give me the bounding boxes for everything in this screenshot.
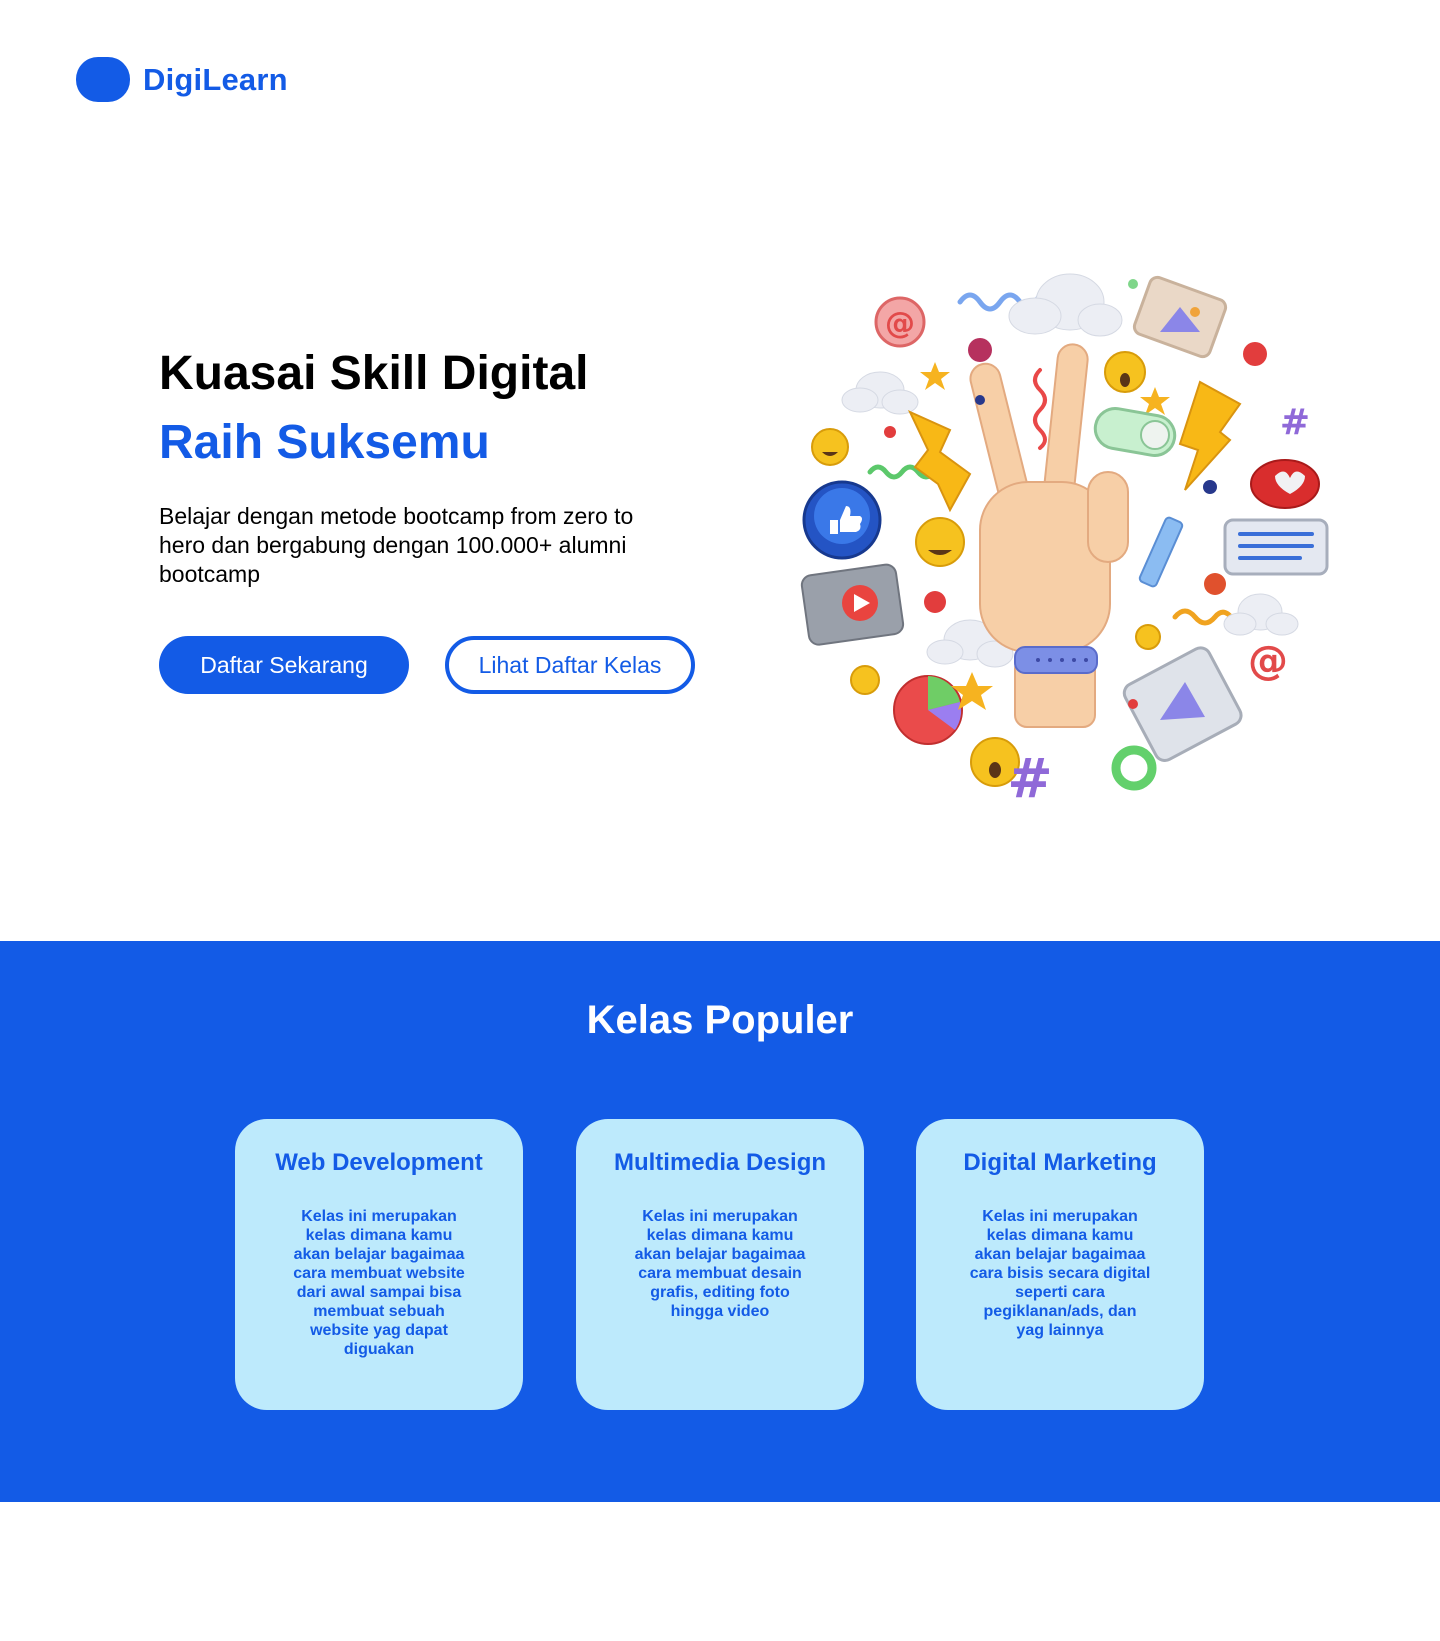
card-description: Kelas ini merupakan kelas dimana kamu ak…	[293, 1208, 465, 1358]
svg-text:@: @	[1248, 638, 1288, 684]
hero-title: Kuasai Skill Digital	[159, 347, 589, 400]
card-description: Kelas ini merupakan kelas dimana kamu ak…	[634, 1208, 806, 1320]
svg-text:#: #	[1007, 747, 1052, 807]
brand-logo[interactable]: DigiLearn	[76, 57, 288, 102]
card-title: Digital Marketing	[963, 1149, 1157, 1176]
class-card-multimedia-design[interactable]: Multimedia Design Kelas ini merupakan ke…	[576, 1119, 864, 1410]
hero-illustration: @ @ # #	[800, 273, 1329, 807]
brand-name: DigiLearn	[143, 61, 288, 97]
hero-description: Belajar dengan metode bootcamp from zero…	[159, 503, 634, 587]
logo-icon	[76, 57, 130, 102]
svg-text:@: @	[885, 306, 915, 341]
popular-classes-section: Kelas Populer Web Development Kelas ini …	[0, 941, 1440, 1502]
card-description: Kelas ini merupakan kelas dimana kamu ak…	[969, 1208, 1151, 1339]
svg-text:#: #	[1280, 402, 1310, 443]
card-title: Web Development	[275, 1149, 483, 1176]
section-title: Kelas Populer	[586, 998, 854, 1042]
register-now-button[interactable]: Daftar Sekarang	[159, 636, 409, 694]
hero-subtitle: Raih Suksemu	[159, 416, 490, 469]
class-card-digital-marketing[interactable]: Digital Marketing Kelas ini merupakan ke…	[916, 1119, 1204, 1410]
class-card-web-development[interactable]: Web Development Kelas ini merupakan kela…	[235, 1119, 523, 1410]
view-classes-button[interactable]: Lihat Daftar Kelas	[445, 636, 695, 694]
card-title: Multimedia Design	[613, 1149, 827, 1176]
